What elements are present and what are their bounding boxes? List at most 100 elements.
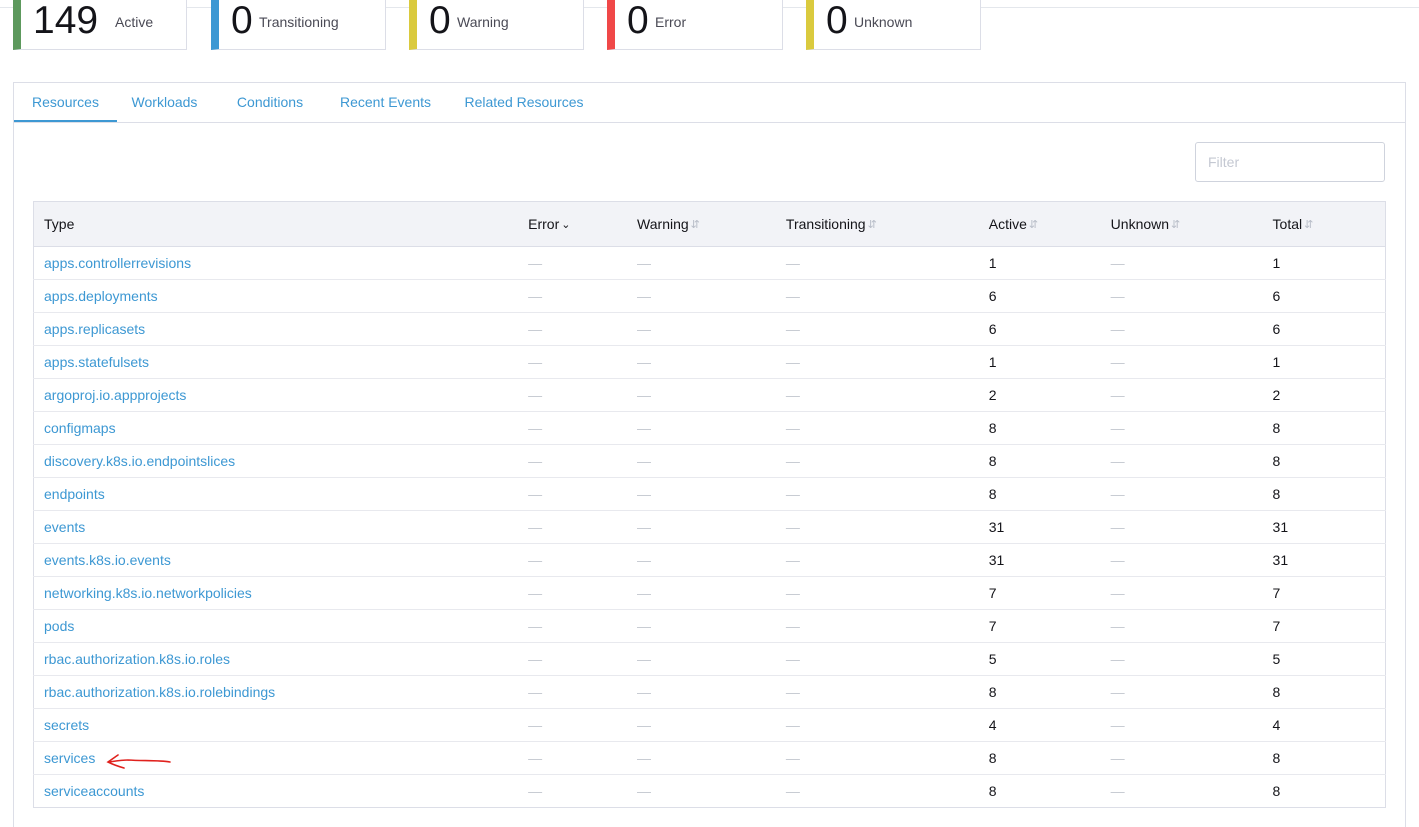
column-header-total[interactable]: Total ⇵	[1262, 201, 1386, 247]
tab-conditions[interactable]: Conditions	[233, 83, 307, 122]
tab-recent-events[interactable]: Recent Events	[339, 83, 432, 122]
cell-error: —	[518, 543, 628, 577]
cell-value: 4	[988, 717, 997, 733]
cell-value: —	[785, 255, 800, 271]
summary-label: Unknown	[854, 14, 913, 30]
cell-unknown: —	[1100, 477, 1263, 511]
cell-unknown: —	[1100, 543, 1263, 577]
resource-type-link[interactable]: endpoints	[44, 486, 105, 502]
cell-value: —	[785, 783, 800, 799]
cell-value: —	[785, 420, 800, 436]
cell-unknown: —	[1100, 510, 1263, 544]
resource-type-link[interactable]: argoproj.io.appprojects	[44, 387, 186, 403]
resource-type-link[interactable]: events.k8s.io.events	[44, 552, 171, 568]
cell-unknown: —	[1101, 775, 1263, 808]
cell-value: 31	[1272, 552, 1289, 568]
tab-workloads[interactable]: Workloads	[127, 83, 202, 122]
column-header-warning[interactable]: Warning ⇵	[627, 201, 776, 247]
cell-value: —	[528, 783, 543, 799]
cell-value: —	[528, 387, 543, 403]
cell-value: 6	[1272, 288, 1281, 304]
column-header-unknown[interactable]: Unknown ⇵	[1100, 201, 1263, 247]
cell-error: —	[518, 775, 627, 808]
cell-active: 6	[978, 279, 1101, 313]
column-header-error[interactable]: Error ⌄	[518, 201, 628, 247]
cell-unknown: —	[1100, 708, 1263, 742]
cell-transitioning: —	[775, 312, 979, 346]
cell-value: —	[785, 585, 800, 601]
cell-value: —	[785, 288, 800, 304]
resource-type-link[interactable]: apps.statefulsets	[44, 354, 149, 370]
resource-type-link[interactable]: rbac.authorization.k8s.io.rolebindings	[44, 684, 275, 700]
resource-type-link[interactable]: apps.deployments	[44, 288, 158, 304]
cell-type: secrets	[33, 708, 519, 742]
table-row: rbac.authorization.k8s.io.rolebindings — —…	[33, 675, 1386, 709]
sort-icon[interactable]: ⇵	[868, 218, 877, 231]
resource-type-link[interactable]: services	[44, 750, 95, 766]
column-header-active[interactable]: Active ⇵	[978, 201, 1101, 247]
cell-type: events.k8s.io.events	[33, 543, 519, 577]
resource-type-link[interactable]: configmaps	[44, 420, 116, 436]
cell-warning: —	[627, 609, 776, 643]
cell-transitioning: —	[775, 345, 979, 379]
cell-total: 1	[1262, 246, 1386, 280]
cell-unknown: —	[1100, 444, 1263, 478]
resource-type-link[interactable]: serviceaccounts	[44, 783, 144, 799]
sort-icon[interactable]: ⇵	[1171, 218, 1180, 231]
cell-value: 1	[1272, 255, 1281, 271]
cell-warning: —	[627, 312, 776, 346]
tab-related-resources[interactable]: Related Resources	[464, 83, 584, 122]
cell-value: —	[637, 255, 652, 271]
cell-transitioning: —	[775, 477, 979, 511]
cell-value: 6	[988, 321, 997, 337]
summary-label: Error	[655, 14, 687, 30]
cell-value: —	[637, 618, 652, 634]
resource-type-link[interactable]: secrets	[44, 717, 89, 733]
cell-type: apps.deployments	[33, 279, 519, 313]
sort-desc-icon[interactable]: ⌄	[561, 218, 570, 231]
column-label: Transitioning	[785, 216, 866, 232]
cell-value: —	[528, 750, 543, 766]
table-row: events.k8s.io.events — — — 31 — 31	[33, 543, 1386, 577]
resource-type-link[interactable]: discovery.k8s.io.endpointslices	[44, 453, 235, 469]
cell-error: —	[518, 576, 628, 610]
column-header-type[interactable]: Type	[33, 201, 519, 247]
resource-type-link[interactable]: pods	[44, 618, 74, 634]
cell-value: 31	[988, 552, 1005, 568]
resource-type-link[interactable]: events	[44, 519, 85, 535]
cell-warning: —	[627, 642, 776, 676]
sort-icon[interactable]: ⇵	[691, 218, 700, 231]
tab-resources[interactable]: Resources	[14, 83, 117, 122]
cell-active: 4	[978, 708, 1101, 742]
cell-transitioning: —	[775, 246, 979, 280]
summary-card-warning: 0 Warning	[409, 0, 584, 50]
resource-type-link[interactable]: apps.replicasets	[44, 321, 145, 337]
cell-value: —	[637, 717, 652, 733]
cell-transitioning: —	[776, 775, 979, 808]
table-row: services — — — 8 — 8	[33, 741, 1386, 775]
resource-type-link[interactable]: apps.controllerrevisions	[44, 255, 191, 271]
cell-value: —	[1110, 618, 1125, 634]
filter-input[interactable]	[1195, 142, 1385, 182]
cell-value: —	[528, 684, 543, 700]
cell-value: —	[528, 717, 543, 733]
resource-type-link[interactable]: rbac.authorization.k8s.io.roles	[44, 651, 230, 667]
cell-value: 1	[1272, 354, 1281, 370]
cell-unknown: —	[1100, 378, 1263, 412]
cell-unknown: —	[1100, 576, 1263, 610]
cell-active: 31	[978, 510, 1101, 544]
table-row: apps.statefulsets — — — 1 — 1	[33, 345, 1386, 379]
cell-total: 1	[1262, 345, 1386, 379]
resources-panel: Resources Workloads Conditions Recent Ev…	[13, 82, 1406, 827]
column-header-transitioning[interactable]: Transitioning ⇵	[775, 201, 979, 247]
cell-active: 2	[978, 378, 1101, 412]
resource-type-link[interactable]: networking.k8s.io.networkpolicies	[44, 585, 252, 601]
sort-icon[interactable]: ⇵	[1029, 218, 1038, 231]
cell-value: —	[637, 519, 652, 535]
cell-value: 1	[988, 255, 997, 271]
sort-icon[interactable]: ⇵	[1304, 218, 1313, 231]
cell-warning: —	[627, 675, 776, 709]
cell-value: —	[1110, 684, 1125, 700]
table-row: rbac.authorization.k8s.io.roles — — — 5 — 5	[33, 642, 1386, 676]
cell-value: 8	[988, 684, 997, 700]
